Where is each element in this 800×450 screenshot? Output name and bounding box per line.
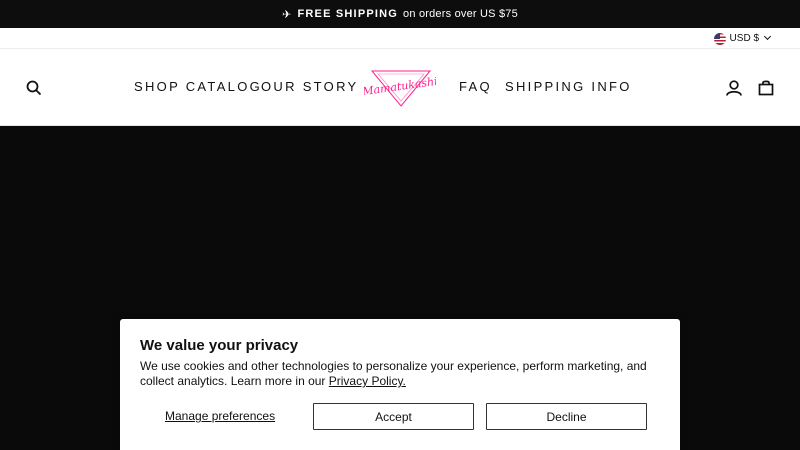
cookie-body: We use cookies and other technologies to… xyxy=(140,359,660,389)
announcement-text: on orders over US $75 xyxy=(403,8,518,20)
utility-bar: USD $ xyxy=(0,28,800,49)
nav-shipping-info[interactable]: SHIPPING INFO xyxy=(505,79,632,94)
account-icon[interactable] xyxy=(724,78,744,98)
search-icon[interactable] xyxy=(24,78,44,98)
accept-button[interactable]: Accept xyxy=(313,403,474,430)
cookie-title: We value your privacy xyxy=(140,337,299,354)
announcement-bar: ✈ FREE SHIPPING on orders over US $75 xyxy=(0,0,800,28)
announcement-highlight: FREE SHIPPING xyxy=(297,8,399,20)
manage-preferences-link[interactable]: Manage preferences xyxy=(165,409,275,423)
nav-our-story[interactable]: OUR STORY xyxy=(261,79,359,94)
us-flag-icon xyxy=(713,32,726,45)
nav-shop-catalog[interactable]: SHOP CATALOG xyxy=(134,79,262,94)
airplane-icon: ✈ xyxy=(282,8,292,21)
svg-text:Mamatukashi: Mamatukashi xyxy=(364,75,436,99)
cookie-consent-dialog: We value your privacy We use cookies and… xyxy=(120,319,680,450)
decline-button[interactable]: Decline xyxy=(486,403,647,430)
nav-faq[interactable]: FAQ xyxy=(459,79,492,94)
brand-logo[interactable]: Mamatukashi xyxy=(361,65,438,109)
currency-selector[interactable]: USD $ xyxy=(713,31,772,46)
privacy-policy-link[interactable]: Privacy Policy. xyxy=(329,374,406,388)
cart-bag-icon[interactable] xyxy=(756,78,776,98)
currency-label: USD $ xyxy=(729,33,759,44)
chevron-down-icon xyxy=(763,32,772,41)
site-header: SHOP CATALOG OUR STORY Mamatukashi FAQ S… xyxy=(0,49,800,126)
